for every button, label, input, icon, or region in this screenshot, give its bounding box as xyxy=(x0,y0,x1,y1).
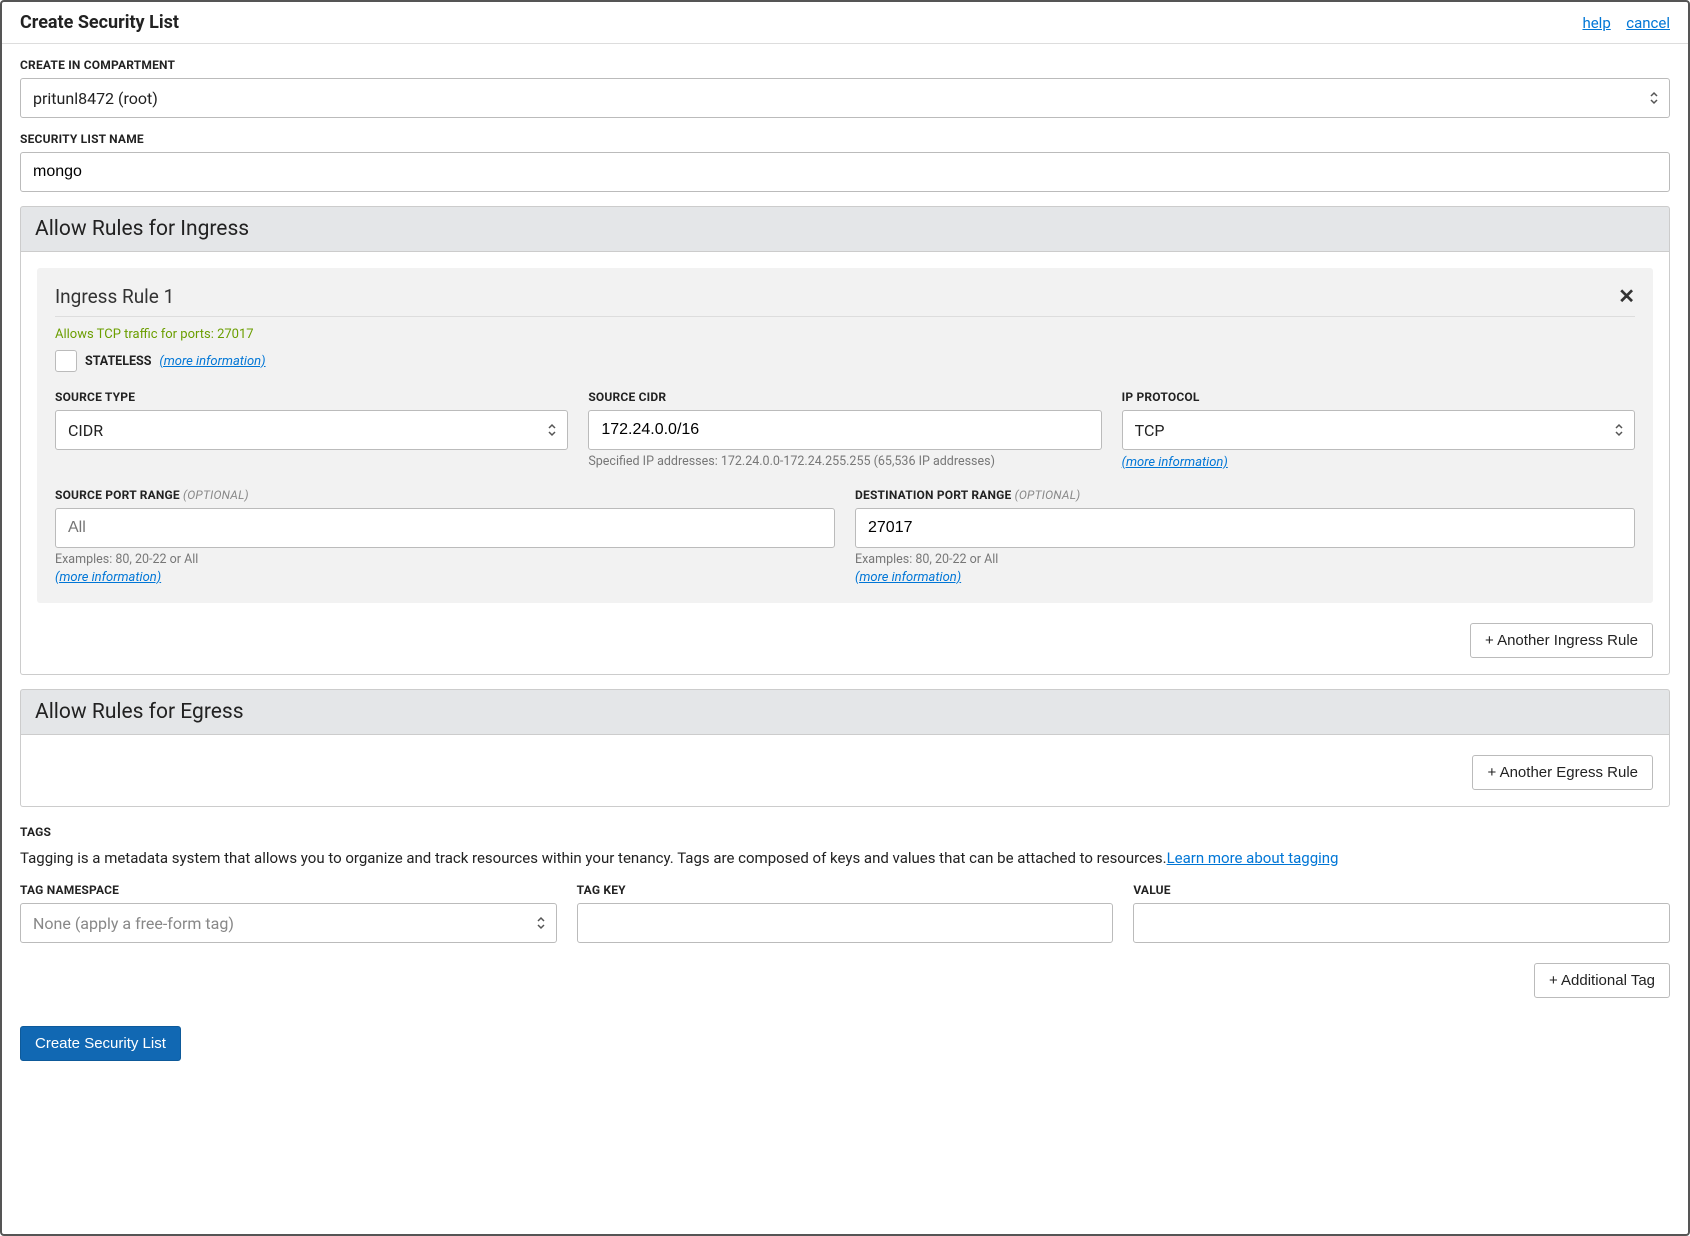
tags-description: Tagging is a metadata system that allows… xyxy=(20,849,1670,867)
compartment-select[interactable]: pritunl8472 (root) xyxy=(20,78,1670,118)
stateless-more-info[interactable]: (more information) xyxy=(159,354,265,369)
tag-key-label: TAG KEY xyxy=(577,883,1114,897)
compartment-value: pritunl8472 (root) xyxy=(33,89,158,108)
create-security-list-button[interactable]: Create Security List xyxy=(20,1026,181,1061)
source-cidr-input[interactable] xyxy=(601,411,1088,449)
name-input-wrap xyxy=(20,152,1670,192)
tag-value-field: VALUE xyxy=(1133,883,1670,943)
learn-more-tagging-link[interactable]: Learn more about tagging xyxy=(1167,849,1339,867)
compartment-label: CREATE IN COMPARTMENT xyxy=(20,58,1670,72)
source-port-more-info[interactable]: (more information) xyxy=(55,570,161,585)
dest-port-field: DESTINATION PORT RANGE (OPTIONAL) Exampl… xyxy=(855,488,1635,585)
modal-footer: Create Security List xyxy=(20,1026,1670,1061)
tag-namespace-label: TAG NAMESPACE xyxy=(20,883,557,897)
chevron-updown-icon xyxy=(536,916,546,930)
protocol-more-info[interactable]: (more information) xyxy=(1122,455,1228,470)
egress-panel: + Another Egress Rule xyxy=(20,735,1670,807)
dest-port-wrap xyxy=(855,508,1635,548)
source-port-label: SOURCE PORT RANGE (OPTIONAL) xyxy=(55,488,835,502)
egress-header: Allow Rules for Egress xyxy=(20,689,1670,735)
source-port-wrap xyxy=(55,508,835,548)
ingress-rule-1: Ingress Rule 1 ✕ Allows TCP traffic for … xyxy=(37,268,1653,603)
chevron-updown-icon xyxy=(1614,423,1624,437)
tag-key-input[interactable] xyxy=(590,904,1101,942)
egress-add-row: + Another Egress Rule xyxy=(37,755,1653,790)
ingress-add-row: + Another Ingress Rule xyxy=(37,623,1653,658)
ip-protocol-label: IP PROTOCOL xyxy=(1122,390,1635,404)
rule-summary: Allows TCP traffic for ports: 27017 xyxy=(55,327,1635,342)
add-tag-button[interactable]: + Additional Tag xyxy=(1534,963,1670,998)
header-links: help cancel xyxy=(1570,14,1670,32)
source-cidr-wrap xyxy=(588,410,1101,450)
ip-protocol-value: TCP xyxy=(1135,421,1165,440)
source-cidr-label: SOURCE CIDR xyxy=(588,390,1101,404)
dest-port-label: DESTINATION PORT RANGE (OPTIONAL) xyxy=(855,488,1635,502)
tag-value-wrap xyxy=(1133,903,1670,943)
dest-port-more-info[interactable]: (more information) xyxy=(855,570,961,585)
modal-header: Create Security List help cancel xyxy=(2,2,1688,44)
rule-row-2: SOURCE PORT RANGE (OPTIONAL) Examples: 8… xyxy=(55,488,1635,585)
stateless-row: STATELESS (more information) xyxy=(55,350,1635,372)
source-cidr-field: SOURCE CIDR Specified IP addresses: 172.… xyxy=(588,390,1101,470)
tags-add-row: + Additional Tag xyxy=(20,963,1670,998)
create-security-list-modal: Create Security List help cancel CREATE … xyxy=(0,0,1690,1236)
dest-port-input[interactable] xyxy=(868,509,1622,547)
tag-key-wrap xyxy=(577,903,1114,943)
tags-heading: TAGS xyxy=(20,825,1670,839)
add-egress-rule-button[interactable]: + Another Egress Rule xyxy=(1472,755,1653,790)
rule-row-1: SOURCE TYPE CIDR SOURCE CIDR xyxy=(55,390,1635,470)
tag-key-field: TAG KEY xyxy=(577,883,1114,943)
tag-namespace-select[interactable]: None (apply a free-form tag) xyxy=(20,903,557,943)
source-type-value: CIDR xyxy=(68,421,103,440)
cidr-hint: Specified IP addresses: 172.24.0.0-172.2… xyxy=(588,454,1101,469)
modal-title: Create Security List xyxy=(20,12,179,33)
name-label: SECURITY LIST NAME xyxy=(20,132,1670,146)
tag-namespace-value: None (apply a free-form tag) xyxy=(33,914,234,933)
ingress-panel: Ingress Rule 1 ✕ Allows TCP traffic for … xyxy=(20,252,1670,675)
ingress-header: Allow Rules for Ingress xyxy=(20,206,1670,252)
name-input[interactable] xyxy=(33,153,1657,191)
source-port-hint: Examples: 80, 20-22 or All xyxy=(55,552,835,567)
chevron-updown-icon xyxy=(1649,91,1659,105)
ip-protocol-select[interactable]: TCP xyxy=(1122,410,1635,450)
tag-value-input[interactable] xyxy=(1146,904,1657,942)
modal-body: CREATE IN COMPARTMENT pritunl8472 (root)… xyxy=(2,44,1688,1234)
source-type-select[interactable]: CIDR xyxy=(55,410,568,450)
tags-row: TAG NAMESPACE None (apply a free-form ta… xyxy=(20,883,1670,943)
stateless-checkbox[interactable] xyxy=(55,350,77,372)
close-icon[interactable]: ✕ xyxy=(1618,284,1635,308)
tag-value-label: VALUE xyxy=(1133,883,1670,897)
add-ingress-rule-button[interactable]: + Another Ingress Rule xyxy=(1470,623,1653,658)
ip-protocol-field: IP PROTOCOL TCP (more information) xyxy=(1122,390,1635,470)
chevron-updown-icon xyxy=(547,423,557,437)
cancel-link[interactable]: cancel xyxy=(1626,14,1670,32)
stateless-label: STATELESS xyxy=(85,354,151,369)
name-field: SECURITY LIST NAME xyxy=(20,132,1670,192)
source-type-field: SOURCE TYPE CIDR xyxy=(55,390,568,470)
help-link[interactable]: help xyxy=(1582,14,1610,32)
tag-namespace-field: TAG NAMESPACE None (apply a free-form ta… xyxy=(20,883,557,943)
rule-head: Ingress Rule 1 ✕ xyxy=(55,284,1635,317)
source-port-field: SOURCE PORT RANGE (OPTIONAL) Examples: 8… xyxy=(55,488,835,585)
source-type-label: SOURCE TYPE xyxy=(55,390,568,404)
compartment-field: CREATE IN COMPARTMENT pritunl8472 (root) xyxy=(20,58,1670,118)
rule-title: Ingress Rule 1 xyxy=(55,285,174,308)
source-port-input[interactable] xyxy=(68,509,822,547)
dest-port-hint: Examples: 80, 20-22 or All xyxy=(855,552,1635,567)
